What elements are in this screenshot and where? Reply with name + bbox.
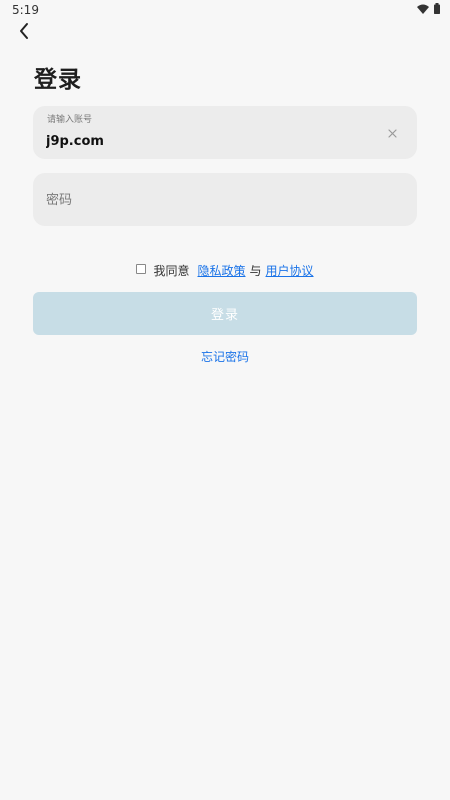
password-input[interactable] [46,189,366,211]
page-title: 登录 [34,67,82,93]
status-time: 5:19 [12,3,39,17]
privacy-policy-link[interactable]: 隐私政策 [197,262,245,279]
agreement-connector: 与 [249,264,262,278]
back-button[interactable] [12,22,36,44]
user-agreement-link[interactable]: 用户协议 [266,262,314,279]
chevron-left-icon [18,22,30,44]
account-field-label: 请输入账号 [47,115,93,125]
status-icons [417,3,440,17]
agreement-prefix: 我同意 [153,264,190,278]
clear-account-button[interactable] [383,123,401,141]
agreement-row: 我同意 隐私政策 与 用户协议 [0,262,450,279]
password-field[interactable] [33,173,417,226]
account-input[interactable] [46,130,366,152]
forgot-password-link[interactable]: 忘记密码 [0,348,450,365]
battery-icon [434,3,440,17]
close-icon [387,123,397,142]
login-button[interactable]: 登录 [33,292,417,335]
account-field[interactable]: 请输入账号 [33,106,417,159]
agreement-checkbox[interactable] [136,263,147,274]
wifi-icon [417,3,429,17]
status-bar: 5:19 [0,0,450,20]
